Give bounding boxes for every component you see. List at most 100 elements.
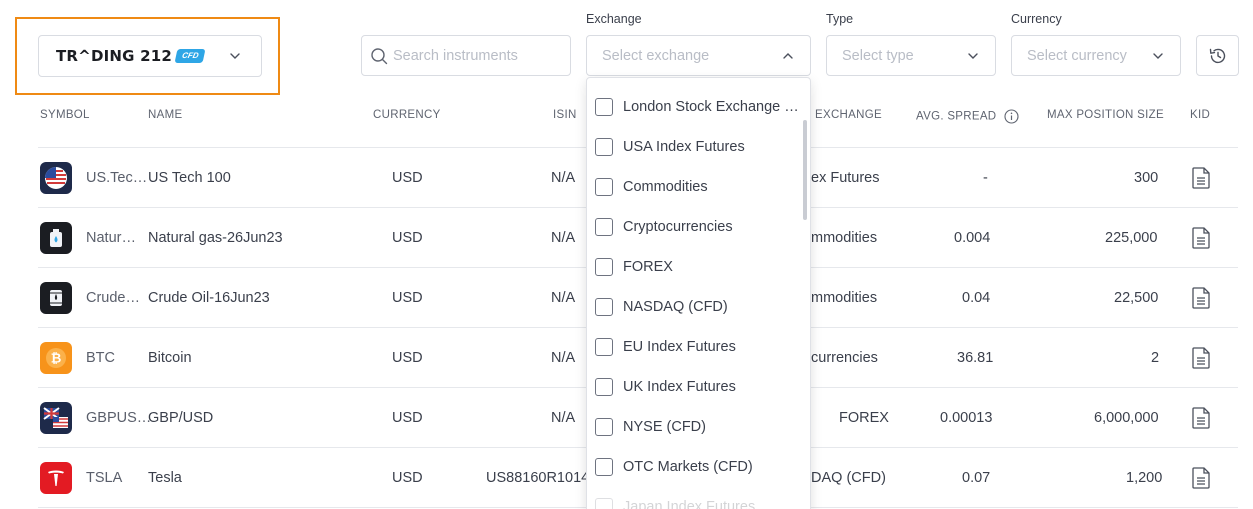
checkbox[interactable] <box>595 378 613 396</box>
dropdown-option[interactable]: NYSE (CFD) <box>595 418 706 436</box>
dropdown-option-label: EU Index Futures <box>623 339 736 355</box>
header-avg-spread-label: AVG. SPREAD <box>916 110 997 123</box>
header-name[interactable]: NAME <box>148 109 182 121</box>
us-flag-icon <box>40 162 72 194</box>
document-icon[interactable] <box>1191 346 1211 370</box>
cell-max-position-size: 6,000,000 <box>1094 410 1159 426</box>
cell-avg-spread: 0.00013 <box>940 410 993 426</box>
cell-name[interactable]: Crude Oil-16Jun23 <box>148 290 270 306</box>
dropdown-option-label: NASDAQ (CFD) <box>623 299 728 315</box>
dropdown-scrollbar[interactable] <box>803 120 807 220</box>
chevron-down-icon <box>230 53 240 59</box>
dropdown-option-label: Cryptocurrencies <box>623 219 733 235</box>
cell-exchange: mmodities <box>811 230 878 246</box>
header-max-position-size[interactable]: MAX POSITION SIZE <box>1047 109 1164 121</box>
checkbox[interactable] <box>595 498 613 509</box>
cell-symbol[interactable]: Natur… <box>86 230 136 246</box>
header-symbol[interactable]: SYMBOL <box>40 109 90 121</box>
exchange-placeholder: Select exchange <box>602 47 710 64</box>
header-kid: KID <box>1190 109 1211 121</box>
cell-avg-spread: 0.004 <box>954 230 991 246</box>
bitcoin-icon: ₿ <box>40 342 72 374</box>
checkbox[interactable] <box>595 458 613 476</box>
exchange-label: Exchange <box>586 12 642 26</box>
cell-currency: USD <box>392 290 423 306</box>
cell-name[interactable]: US Tech 100 <box>148 170 231 186</box>
search-icon <box>371 47 388 64</box>
tesla-logo-icon <box>40 462 72 494</box>
exchange-select[interactable]: Select exchange <box>586 35 811 76</box>
dropdown-option[interactable]: Japan Index Futures <box>595 498 755 509</box>
cell-name[interactable]: Bitcoin <box>148 350 192 366</box>
cell-symbol[interactable]: BTC <box>86 350 115 366</box>
dropdown-option[interactable]: FOREX <box>595 258 673 276</box>
cell-max-position-size: 225,000 <box>1105 230 1158 246</box>
currency-select[interactable]: Select currency <box>1011 35 1181 76</box>
checkbox[interactable] <box>595 258 613 276</box>
cell-symbol[interactable]: TSLA <box>86 470 122 486</box>
currency-label: Currency <box>1011 12 1062 26</box>
svg-text:₿: ₿ <box>51 352 62 367</box>
cell-avg-spread: 36.81 <box>957 350 994 366</box>
cell-exchange: mmodities <box>811 290 878 306</box>
platform-selector[interactable]: TR^DING 212 CFD <box>38 35 262 77</box>
chevron-down-icon <box>1153 53 1163 59</box>
cell-name[interactable]: GBP/USD <box>148 410 213 426</box>
dropdown-option[interactable]: OTC Markets (CFD) <box>595 458 753 476</box>
cell-name[interactable]: Natural gas-26Jun23 <box>148 230 283 246</box>
cell-isin: US88160R1014 <box>486 470 590 486</box>
checkbox[interactable] <box>595 98 613 116</box>
reset-filters-button[interactable] <box>1196 35 1239 76</box>
search-box[interactable] <box>361 35 571 76</box>
dropdown-option[interactable]: London Stock Exchange … <box>595 98 799 116</box>
document-icon[interactable] <box>1191 406 1211 430</box>
header-exchange[interactable]: EXCHANGE <box>815 109 882 121</box>
dropdown-option[interactable]: NASDAQ (CFD) <box>595 298 728 316</box>
checkbox[interactable] <box>595 138 613 156</box>
cell-exchange: currencies <box>811 350 878 366</box>
checkbox[interactable] <box>595 218 613 236</box>
dropdown-option[interactable]: Commodities <box>595 178 708 196</box>
dropdown-option-label: London Stock Exchange … <box>623 99 799 115</box>
header-avg-spread[interactable]: AVG. SPREAD <box>916 109 1019 124</box>
dropdown-option-label: NYSE (CFD) <box>623 419 706 435</box>
checkbox[interactable] <box>595 338 613 356</box>
header-currency[interactable]: CURRENCY <box>373 109 441 121</box>
document-icon[interactable] <box>1191 466 1211 490</box>
cell-max-position-size: 22,500 <box>1114 290 1159 306</box>
dropdown-option[interactable]: EU Index Futures <box>595 338 736 356</box>
document-icon[interactable] <box>1191 226 1211 250</box>
checkbox[interactable] <box>595 298 613 316</box>
dropdown-option[interactable]: UK Index Futures <box>595 378 736 396</box>
dropdown-option[interactable]: USA Index Futures <box>595 138 745 156</box>
gbp-usd-flags-icon <box>40 402 72 434</box>
cell-avg-spread: 0.07 <box>962 470 991 486</box>
type-select[interactable]: Select type <box>826 35 996 76</box>
checkbox[interactable] <box>595 418 613 436</box>
search-input[interactable] <box>393 47 563 64</box>
cell-exchange: FOREX <box>839 410 889 426</box>
chevron-up-icon <box>783 53 793 59</box>
cell-currency: USD <box>392 170 423 186</box>
cell-symbol[interactable]: US.Tec… <box>86 170 147 186</box>
cell-currency: USD <box>392 410 423 426</box>
dropdown-option-label: FOREX <box>623 259 673 275</box>
document-icon[interactable] <box>1191 286 1211 310</box>
dropdown-option-label: UK Index Futures <box>623 379 736 395</box>
dropdown-option[interactable]: Cryptocurrencies <box>595 218 733 236</box>
header-isin[interactable]: ISIN <box>553 109 577 121</box>
gas-can-icon <box>40 222 72 254</box>
cell-symbol[interactable]: GBPUS… <box>86 410 151 426</box>
type-label: Type <box>826 12 854 26</box>
document-icon[interactable] <box>1191 166 1211 190</box>
cell-currency: USD <box>392 230 423 246</box>
info-icon[interactable] <box>1004 109 1019 124</box>
cell-avg-spread: - <box>983 170 988 186</box>
checkbox[interactable] <box>595 178 613 196</box>
exchange-dropdown-menu[interactable]: London Stock Exchange … USA Index Future… <box>586 77 811 509</box>
cell-symbol[interactable]: Crude… <box>86 290 140 306</box>
cell-name[interactable]: Tesla <box>148 470 182 486</box>
dropdown-option-label: OTC Markets (CFD) <box>623 459 753 475</box>
cell-isin: N/A <box>551 170 576 186</box>
dropdown-option-label: Commodities <box>623 179 708 195</box>
